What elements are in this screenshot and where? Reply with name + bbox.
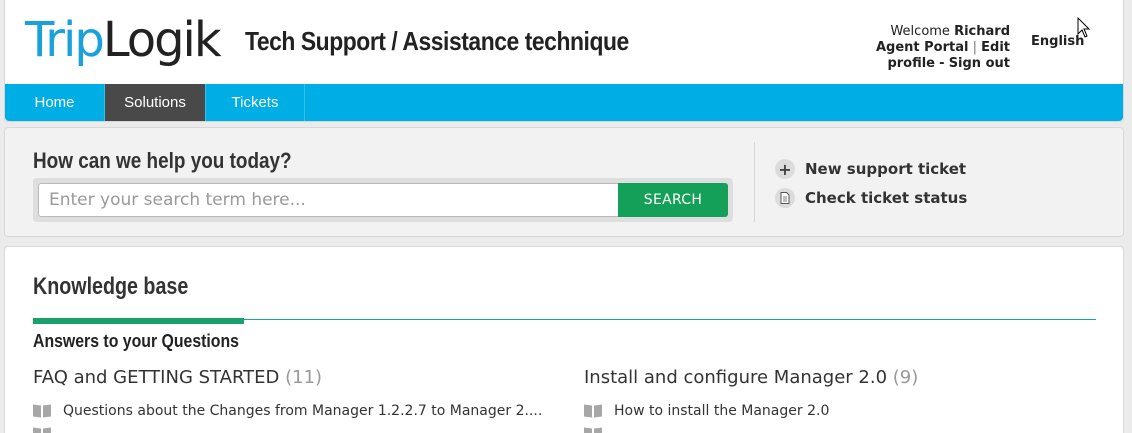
check-ticket-status-link[interactable]: Check ticket status — [775, 188, 967, 208]
knowledge-base-panel: Knowledge base Answers to your Questions… — [4, 246, 1124, 433]
agent-portal-link[interactable]: Agent Portal — [876, 40, 969, 55]
category-count: (9) — [892, 367, 919, 388]
article-link-partial[interactable] — [33, 427, 63, 433]
edit-profile-link-2[interactable]: profile — [887, 56, 935, 71]
logo[interactable]: TripLogik — [25, 12, 222, 68]
article-link[interactable]: How to install the Manager 2.0 — [584, 403, 829, 419]
new-support-ticket-link[interactable]: + New support ticket — [775, 159, 966, 179]
logo-logik: Logik — [102, 12, 222, 68]
search-input[interactable] — [38, 183, 620, 217]
divider — [754, 142, 755, 222]
search-panel: How can we help you today? SEARCH + New … — [4, 127, 1124, 237]
category-name: Install and configure Manager 2.0 — [584, 367, 888, 388]
edit-profile-link[interactable]: Edit — [981, 40, 1010, 55]
category-count: (11) — [285, 367, 323, 388]
main-nav: Home Solutions Tickets — [5, 84, 1123, 121]
plus-icon: + — [775, 159, 795, 179]
search-button[interactable]: SEARCH — [618, 183, 728, 217]
category-title[interactable]: Install and configure Manager 2.0 (9) — [584, 367, 918, 388]
kb-rule-accent — [33, 318, 244, 324]
book-icon — [584, 427, 602, 433]
category-title[interactable]: FAQ and GETTING STARTED (11) — [33, 367, 322, 388]
search-box: SEARCH — [33, 178, 733, 222]
book-icon — [33, 404, 51, 418]
user-name: Richard — [954, 24, 1010, 39]
book-icon — [584, 404, 602, 418]
article-link-partial[interactable] — [584, 427, 614, 433]
nav-tickets[interactable]: Tickets — [206, 84, 305, 121]
logo-trip: Trip — [25, 12, 105, 68]
sign-out-link[interactable]: Sign out — [949, 56, 1010, 71]
article-link[interactable]: Questions about the Changes from Manager… — [33, 403, 542, 419]
header: TripLogik Tech Support / Assistance tech… — [4, 0, 1124, 122]
article-title: How to install the Manager 2.0 — [614, 403, 830, 419]
kb-title: Knowledge base — [33, 273, 189, 300]
kb-subtitle: Answers to your Questions — [33, 331, 239, 351]
new-ticket-label: New support ticket — [805, 160, 967, 178]
separator: | — [972, 40, 977, 55]
user-box: Welcome Richard Agent Portal | Edit prof… — [830, 24, 1010, 72]
nav-solutions[interactable]: Solutions — [105, 84, 206, 121]
article-title: Questions about the Changes from Manager… — [63, 403, 543, 419]
nav-home[interactable]: Home — [5, 84, 105, 121]
welcome-text: Welcome — [890, 24, 950, 39]
category-name: FAQ and GETTING STARTED — [33, 367, 280, 388]
portal-title: Tech Support / Assistance technique — [245, 26, 629, 56]
help-heading: How can we help you today? — [33, 148, 292, 173]
document-icon — [775, 188, 795, 208]
check-status-label: Check ticket status — [805, 189, 968, 207]
book-icon — [33, 427, 51, 433]
mouse-cursor-icon — [1077, 17, 1091, 38]
dash: - — [939, 56, 945, 71]
